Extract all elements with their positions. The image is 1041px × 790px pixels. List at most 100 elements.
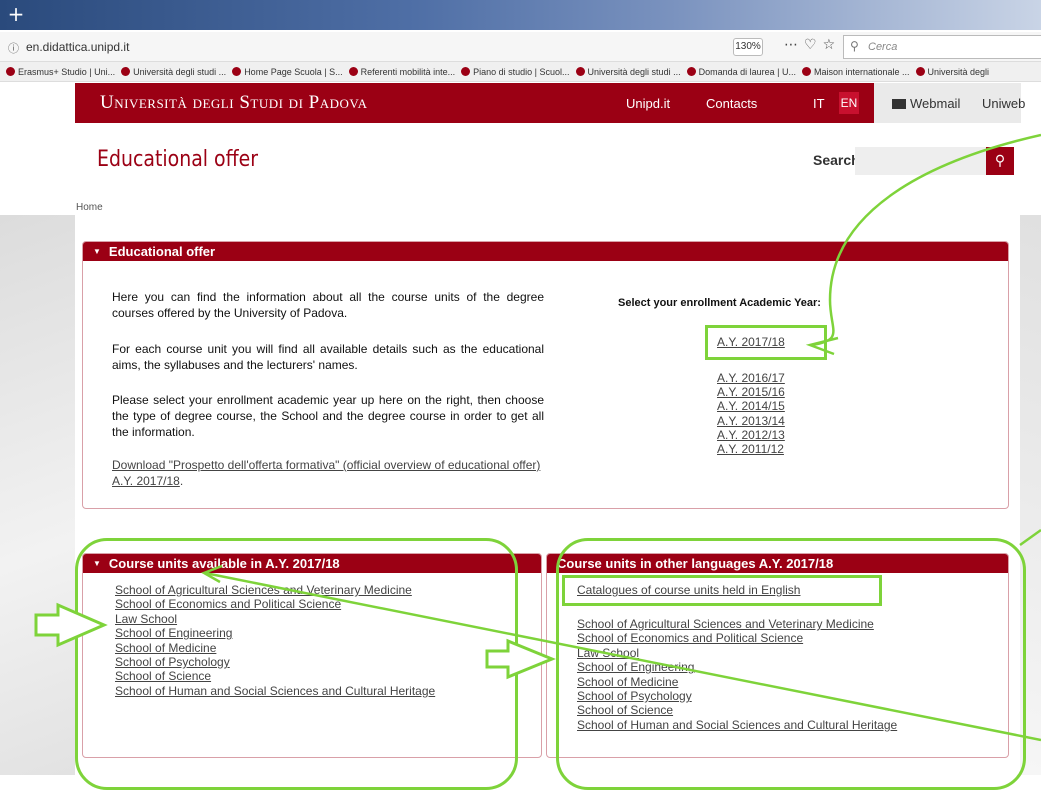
school-link[interactable]: School of Agricultural Sciences and Vete… xyxy=(577,617,897,631)
current-year-link[interactable]: A.Y. 2017/18 xyxy=(717,335,785,349)
university-logo[interactable]: Università degli Studi di Padova xyxy=(100,92,367,114)
panel-title: Educational offer xyxy=(108,244,216,259)
lang-en-link[interactable]: EN xyxy=(839,92,859,114)
bookmark-item[interactable]: Piano di studio | Scuol... xyxy=(461,62,570,81)
year-link[interactable]: A.Y. 2015/16 xyxy=(717,385,785,399)
uniweb-link[interactable]: Uniweb xyxy=(982,96,1025,111)
bookmark-star-icon[interactable]: ☆ xyxy=(823,37,842,53)
page-actions: ⋯♡☆ xyxy=(784,37,841,53)
bookmark-label: Domanda di laurea | U... xyxy=(698,67,796,77)
webmail-area: Webmail Uniweb xyxy=(874,83,1025,123)
site-search-input[interactable] xyxy=(855,147,986,175)
background-decoration-right xyxy=(1020,215,1041,775)
new-tab-icon[interactable]: + xyxy=(4,4,28,24)
browser-search-box[interactable]: ⚲ Cerca xyxy=(843,35,1041,59)
collapse-triangle-icon[interactable]: ▼ xyxy=(93,247,101,256)
university-favicon-icon xyxy=(575,67,585,76)
school-link[interactable]: School of Medicine xyxy=(115,641,435,655)
year-link[interactable]: A.Y. 2016/17 xyxy=(717,371,785,385)
educational-offer-panel: ▼ Educational offer Here you can find the… xyxy=(82,241,1009,509)
school-link[interactable]: Law School xyxy=(577,646,897,660)
webmail-label: Webmail xyxy=(910,96,961,111)
year-link[interactable]: A.Y. 2013/14 xyxy=(717,414,785,428)
bookmarks-bar: Erasmus+ Studio | Uni... Università degli… xyxy=(0,62,1041,82)
university-favicon-icon xyxy=(686,67,696,76)
bookmark-item[interactable]: Università degli xyxy=(915,62,990,81)
bookmark-item[interactable]: Università degli studi ... xyxy=(121,62,226,81)
search-icon: ⚲ xyxy=(850,39,859,53)
year-link[interactable]: A.Y. 2011/12 xyxy=(717,442,785,456)
pocket-icon[interactable]: ♡ xyxy=(804,37,823,53)
background-decoration-left xyxy=(0,215,75,775)
university-favicon-icon xyxy=(232,67,242,76)
school-link[interactable]: School of Agricultural Sciences and Vete… xyxy=(115,583,435,597)
bookmark-label: Università degli studi ... xyxy=(587,67,681,77)
other-languages-panel: Course units in other languages A.Y. 201… xyxy=(546,553,1009,758)
bookmark-label: Maison internationale ... xyxy=(813,67,910,77)
search-button[interactable]: ⚲ xyxy=(986,147,1014,175)
webmail-link[interactable]: Webmail xyxy=(892,96,960,111)
english-catalogue-wrap: Catalogues of course units held in Engli… xyxy=(577,583,800,597)
bookmark-item[interactable]: Home Page Scuola | S... xyxy=(232,62,343,81)
info-icon[interactable]: ⓘ xyxy=(8,40,19,56)
details-paragraph: For each course unit you will find all a… xyxy=(112,342,544,372)
school-link[interactable]: School of Engineering xyxy=(577,660,897,674)
university-favicon-icon xyxy=(915,67,925,76)
search-icon: ⚲ xyxy=(994,153,1006,169)
browser-search-placeholder: Cerca xyxy=(868,41,898,53)
search-label: Search xyxy=(813,152,860,168)
university-favicon-icon xyxy=(121,67,131,76)
university-favicon-icon xyxy=(461,67,471,76)
school-link[interactable]: School of Economics and Political Scienc… xyxy=(577,631,897,645)
school-link[interactable]: School of Medicine xyxy=(577,675,897,689)
year-link[interactable]: A.Y. 2014/15 xyxy=(717,399,785,413)
bookmark-item[interactable]: Maison internationale ... xyxy=(801,62,910,81)
school-link[interactable]: School of Psychology xyxy=(577,689,897,703)
bookmark-item[interactable]: Referenti mobilità inte... xyxy=(348,62,456,81)
instructions-paragraph: Please select your enrollment academic y… xyxy=(112,393,544,439)
bookmark-label: Erasmus+ Studio | Uni... xyxy=(18,67,116,77)
download-overview-link[interactable]: Download "Prospetto dell'offerta formati… xyxy=(112,458,540,488)
nav-contacts-link[interactable]: Contacts xyxy=(706,96,757,111)
panel-header: ▼ Course units available in A.Y. 2017/18 xyxy=(83,554,541,573)
lang-it-link[interactable]: IT xyxy=(813,96,825,111)
nav-unipd-link[interactable]: Unipd.it xyxy=(626,96,670,111)
school-link[interactable]: School of Human and Social Sciences and … xyxy=(115,684,435,698)
panel-header: ▼ Educational offer xyxy=(83,242,1008,261)
envelope-icon xyxy=(892,99,906,109)
panel-title: Course units in other languages A.Y. 201… xyxy=(557,556,834,571)
bookmark-label: Piano di studio | Scuol... xyxy=(473,67,570,77)
address-bar: ⓘ en.didattica.unipd.it 130% ⋯♡☆ ⚲ Cerca xyxy=(0,32,1041,62)
school-link[interactable]: School of Human and Social Sciences and … xyxy=(577,718,897,732)
english-catalogue-link[interactable]: Catalogues of course units held in Engli… xyxy=(577,583,800,597)
download-suffix: . xyxy=(179,474,184,488)
url-field[interactable]: en.didattica.unipd.it xyxy=(26,40,129,54)
browser-titlebar: + xyxy=(0,0,1041,30)
bookmark-item[interactable]: Domanda di laurea | U... xyxy=(686,62,796,81)
school-link[interactable]: School of Engineering xyxy=(115,626,435,640)
school-link[interactable]: Law School xyxy=(115,612,435,626)
panel-title: Course units available in A.Y. 2017/18 xyxy=(108,556,340,571)
bookmark-item[interactable]: Erasmus+ Studio | Uni... xyxy=(6,62,116,81)
university-favicon-icon xyxy=(348,67,358,76)
school-link[interactable]: School of Science xyxy=(115,669,435,683)
page-title: Educational offer xyxy=(97,147,259,172)
year-select-heading: Select your enrollment Academic Year: xyxy=(618,297,821,309)
zoom-level[interactable]: 130% xyxy=(733,38,763,56)
university-favicon-icon xyxy=(6,67,15,76)
year-list: A.Y. 2016/17 A.Y. 2015/16 A.Y. 2014/15 A.Y.… xyxy=(717,371,785,456)
school-link[interactable]: School of Science xyxy=(577,703,897,717)
course-units-panel: ▼ Course units available in A.Y. 2017/18 … xyxy=(82,553,542,758)
year-link[interactable]: A.Y. 2012/13 xyxy=(717,428,785,442)
more-icon[interactable]: ⋯ xyxy=(784,37,804,53)
download-text: Download "Prospetto dell'offerta formati… xyxy=(112,457,544,489)
bookmark-item[interactable]: Università degli studi ... xyxy=(575,62,681,81)
bookmark-label: Università degli xyxy=(927,67,990,77)
university-favicon-icon xyxy=(801,67,811,76)
school-link[interactable]: School of Economics and Political Scienc… xyxy=(115,597,435,611)
collapse-triangle-icon[interactable]: ▼ xyxy=(93,559,101,568)
school-link[interactable]: School of Psychology xyxy=(115,655,435,669)
bookmark-label: Referenti mobilità inte... xyxy=(360,67,456,77)
breadcrumb[interactable]: Home xyxy=(76,202,103,213)
school-list: School of Agricultural Sciences and Vete… xyxy=(577,617,897,732)
